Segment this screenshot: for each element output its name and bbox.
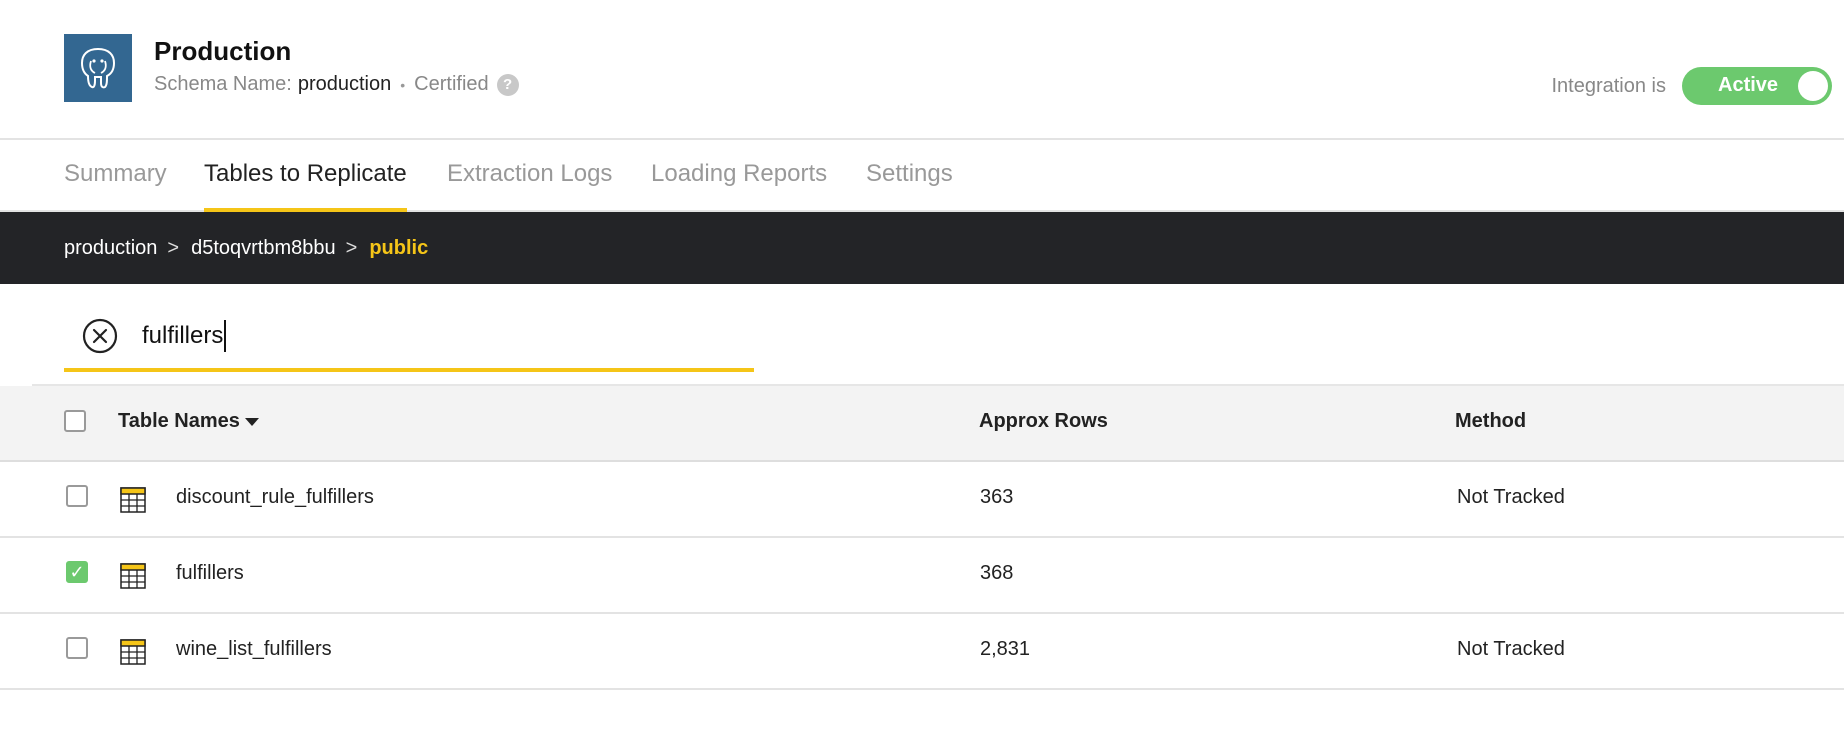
table-grid-icon	[120, 639, 146, 665]
integration-status: Integration is Active	[1551, 67, 1832, 105]
column-header-method[interactable]: Method	[1455, 410, 1526, 433]
toggle-status-text: Active	[1718, 74, 1779, 96]
toggle-knob	[1798, 71, 1828, 101]
table-grid-icon	[120, 563, 146, 589]
row-checkbox[interactable]	[66, 637, 88, 659]
row-method[interactable]: Not Tracked	[1457, 638, 1565, 661]
table-row[interactable]: wine_list_fulfillers 2,831 Not Tracked	[0, 614, 1844, 690]
page-title: Production	[154, 36, 292, 66]
tab-tables-to-replicate[interactable]: Tables to Replicate	[204, 160, 407, 212]
table-row[interactable]: discount_rule_fulfillers 363 Not Tracked	[0, 462, 1844, 538]
text-caret	[224, 320, 227, 352]
row-approx-rows: 368	[980, 562, 1014, 584]
select-all-checkbox[interactable]	[64, 410, 86, 432]
search-input-value: fulfillers	[142, 322, 224, 349]
row-approx-rows: 363	[980, 486, 1014, 508]
breadcrumb-separator: >	[345, 236, 358, 259]
schema-label: Schema Name:	[154, 73, 292, 95]
search-input[interactable]: fulfillers	[142, 316, 227, 356]
row-table-name: wine_list_fulfillers	[176, 638, 332, 660]
tab-loading-reports[interactable]: Loading Reports	[651, 160, 827, 210]
row-table-name: discount_rule_fulfillers	[176, 486, 374, 508]
column-header-table-names[interactable]: Table Names	[118, 410, 259, 433]
breadcrumb-current: public	[369, 236, 429, 259]
tab-bar: Summary Tables to Replicate Extraction L…	[0, 140, 1844, 212]
row-checkbox[interactable]	[66, 485, 88, 507]
breadcrumb-item-production[interactable]: production	[64, 237, 157, 260]
caret-down-icon	[244, 417, 259, 426]
certified-label: Certified	[414, 73, 489, 95]
postgresql-logo-icon	[64, 34, 132, 102]
tab-extraction-logs[interactable]: Extraction Logs	[447, 160, 612, 210]
table-row[interactable]: ✓ fulfillers 368	[0, 538, 1844, 614]
tab-summary[interactable]: Summary	[64, 160, 167, 210]
schema-value: production	[297, 73, 392, 95]
row-method[interactable]: Not Tracked	[1457, 486, 1565, 509]
row-table-name: fulfillers	[176, 562, 244, 584]
integration-active-toggle[interactable]: Active	[1682, 67, 1832, 105]
column-header-approx-rows[interactable]: Approx Rows	[979, 410, 1108, 433]
separator-dot: •	[400, 76, 406, 93]
tab-settings[interactable]: Settings	[866, 160, 953, 210]
integration-header: Production Schema Name: production • Cer…	[0, 0, 1844, 140]
row-checkbox-checked[interactable]: ✓	[66, 561, 88, 583]
breadcrumb: production > d5toqvrtbm8bbu > public	[0, 212, 1844, 284]
help-question-icon[interactable]: ?	[496, 73, 519, 96]
breadcrumb-separator: >	[167, 236, 180, 259]
row-approx-rows: 2,831	[980, 638, 1031, 660]
column-label: Table Names	[118, 410, 240, 432]
table-search: fulfillers	[64, 306, 754, 372]
clear-search-icon[interactable]	[82, 318, 118, 354]
table-header: Table Names Approx Rows Method	[0, 386, 1844, 462]
schema-info: Schema Name: production • Certified ?	[154, 73, 519, 96]
breadcrumb-item-database[interactable]: d5toqvrtbm8bbu	[191, 237, 336, 260]
integration-label: Integration is	[1551, 74, 1666, 97]
checkmark-icon: ✓	[69, 561, 85, 582]
table-grid-icon	[120, 487, 146, 513]
